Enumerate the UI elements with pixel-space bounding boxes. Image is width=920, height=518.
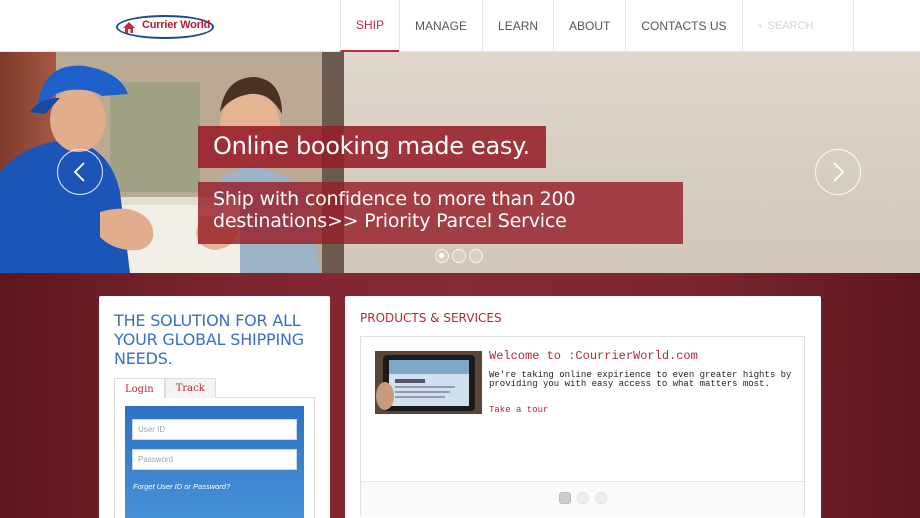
hero-caption-subtitle: Ship with confidence to more than 200 de… bbox=[198, 182, 683, 244]
products-title: PRODUCTS & SERVICES bbox=[360, 311, 502, 325]
hero-next-button[interactable] bbox=[815, 149, 861, 195]
welcome-description: We're taking online expirience to even g… bbox=[489, 370, 792, 389]
chevron-left-icon bbox=[73, 162, 85, 182]
products-slide-footer bbox=[361, 481, 804, 517]
shipping-panel: THE SOLUTION FOR ALL YOUR GLOBAL SHIPPIN… bbox=[99, 296, 330, 518]
forgot-credentials-link[interactable]: Forget User ID or Password? bbox=[133, 482, 230, 491]
hero-caption-line2: destinations>> Priority Parcel Service bbox=[213, 210, 567, 232]
login-form-wrap: Forget User ID or Password? bbox=[114, 398, 315, 518]
logo-text: Currier World bbox=[142, 19, 211, 31]
welcome-heading: Welcome to :CourrierWorld.com bbox=[489, 349, 698, 363]
tab-track[interactable]: Track bbox=[164, 378, 216, 398]
login-form: Forget User ID or Password? bbox=[125, 406, 304, 518]
take-tour-link[interactable]: Take a tour bbox=[489, 405, 548, 415]
logo-house-icon bbox=[123, 22, 135, 33]
hero-caption-title: Online booking made easy. bbox=[198, 126, 546, 168]
nav-contacts[interactable]: CONTACTS US bbox=[625, 0, 741, 52]
products-pagination bbox=[559, 492, 607, 504]
products-panel: PRODUCTS & SERVICES Welcome to :Courrier… bbox=[345, 296, 821, 518]
products-slide: Welcome to :CourrierWorld.com We're taki… bbox=[360, 336, 805, 517]
tab-login[interactable]: Login bbox=[114, 378, 165, 399]
hero-dot-3[interactable] bbox=[469, 249, 483, 263]
products-dot-1[interactable] bbox=[559, 492, 571, 504]
hero-dot-2[interactable] bbox=[452, 249, 466, 263]
logo[interactable]: Currier World bbox=[116, 15, 214, 39]
hero-prev-button[interactable] bbox=[57, 149, 103, 195]
shipping-tagline: THE SOLUTION FOR ALL YOUR GLOBAL SHIPPIN… bbox=[114, 311, 304, 368]
nav-manage[interactable]: MANAGE bbox=[399, 0, 482, 52]
search-box bbox=[741, 0, 854, 52]
tablet-image bbox=[375, 351, 482, 414]
login-tabs: Login Track bbox=[114, 378, 315, 399]
chevron-right-icon bbox=[833, 162, 845, 182]
nav-about[interactable]: ABOUT bbox=[553, 0, 625, 52]
products-dot-2[interactable] bbox=[577, 492, 589, 504]
search-input[interactable] bbox=[767, 20, 838, 32]
hero-caption-line1: Ship with confidence to more than 200 bbox=[213, 188, 576, 210]
site-header: Currier World SHIP MANAGE LEARN ABOUT CO… bbox=[0, 0, 920, 52]
search-icon[interactable] bbox=[757, 19, 762, 33]
password-input[interactable] bbox=[132, 449, 297, 470]
user-id-input[interactable] bbox=[132, 419, 297, 440]
hero-pagination bbox=[435, 249, 483, 263]
hero-slider: Online booking made easy. Ship with conf… bbox=[0, 52, 920, 273]
products-dot-3[interactable] bbox=[595, 492, 607, 504]
hero-dot-1[interactable] bbox=[435, 249, 449, 263]
nav-ship[interactable]: SHIP bbox=[340, 0, 400, 52]
nav-learn[interactable]: LEARN bbox=[482, 0, 553, 52]
main-nav: SHIP MANAGE LEARN ABOUT CONTACTS US bbox=[340, 0, 854, 52]
